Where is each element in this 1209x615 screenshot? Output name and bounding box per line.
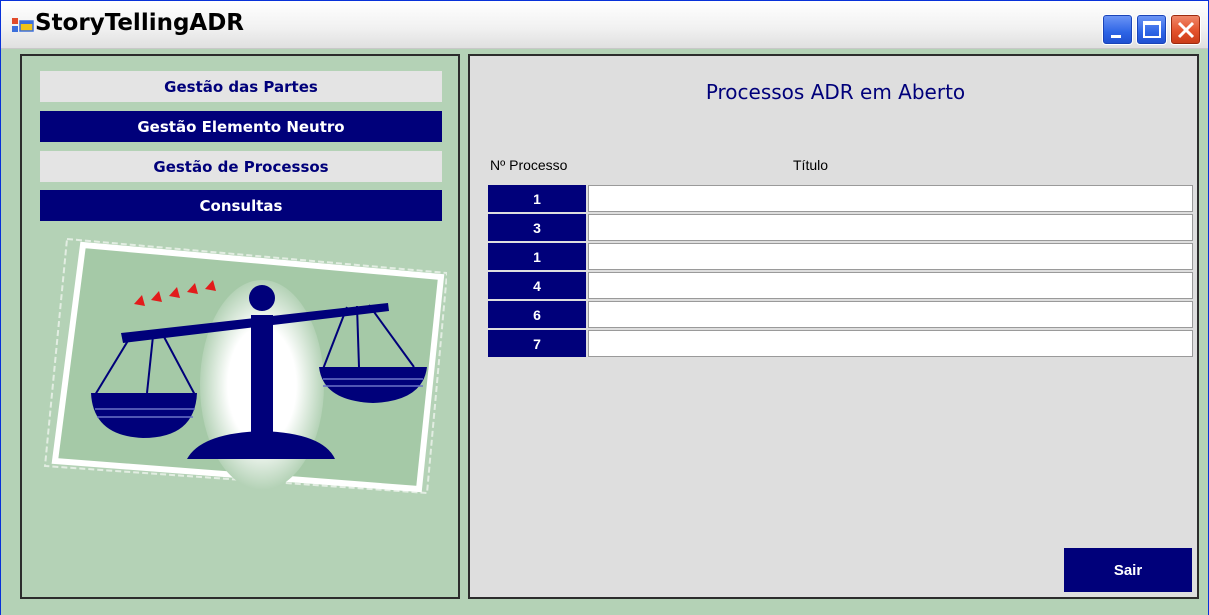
table-row: 4 (488, 272, 1194, 299)
process-title-field[interactable] (588, 272, 1193, 299)
table-row: 6 (488, 301, 1194, 328)
process-number[interactable]: 6 (488, 301, 586, 328)
process-number[interactable]: 7 (488, 330, 586, 357)
table-row: 7 (488, 330, 1194, 357)
window-title: StoryTellingADR (35, 10, 245, 36)
title-bar[interactable]: StoryTellingADR (1, 1, 1208, 49)
close-icon (1177, 21, 1195, 39)
nav-button-gestao-elemento-neutro[interactable]: Gestão Elemento Neutro (40, 111, 442, 142)
scales-of-justice-illustration (43, 237, 447, 495)
minimize-button[interactable] (1102, 14, 1133, 45)
table-row: 1 (488, 185, 1194, 212)
process-number[interactable]: 3 (488, 214, 586, 241)
column-header-title: Título (793, 157, 829, 173)
table-row: 1 (488, 243, 1194, 270)
processes-panel: Processos ADR em Aberto Nº Processo Títu… (468, 54, 1199, 599)
table-row: 3 (488, 214, 1194, 241)
process-title-field[interactable] (588, 185, 1193, 212)
process-number[interactable]: 4 (488, 272, 586, 299)
minimize-icon (1111, 35, 1121, 38)
page-title: Processos ADR em Aberto (705, 80, 966, 104)
process-title-field[interactable] (588, 301, 1193, 328)
status-bar (1, 602, 1208, 615)
nav-button-gestao-partes[interactable]: Gestão das Partes (40, 71, 442, 102)
process-title-field[interactable] (588, 243, 1193, 270)
app-icon[interactable] (12, 18, 34, 34)
close-button[interactable] (1170, 14, 1201, 45)
process-number[interactable]: 1 (488, 243, 586, 270)
nav-button-gestao-processos[interactable]: Gestão de Processos (40, 151, 442, 182)
maximize-icon (1143, 21, 1161, 38)
process-number[interactable]: 1 (488, 185, 586, 212)
app-window: StoryTellingADR Gestão das Partes Gestão… (0, 0, 1209, 615)
nav-button-consultas[interactable]: Consultas (40, 190, 442, 221)
process-title-field[interactable] (588, 330, 1193, 357)
column-header-number: Nº Processo (490, 157, 568, 173)
maximize-button[interactable] (1136, 14, 1167, 45)
navigation-panel: Gestão das Partes Gestão Elemento Neutro… (20, 54, 460, 599)
exit-button[interactable]: Sair (1064, 548, 1192, 592)
process-title-field[interactable] (588, 214, 1193, 241)
